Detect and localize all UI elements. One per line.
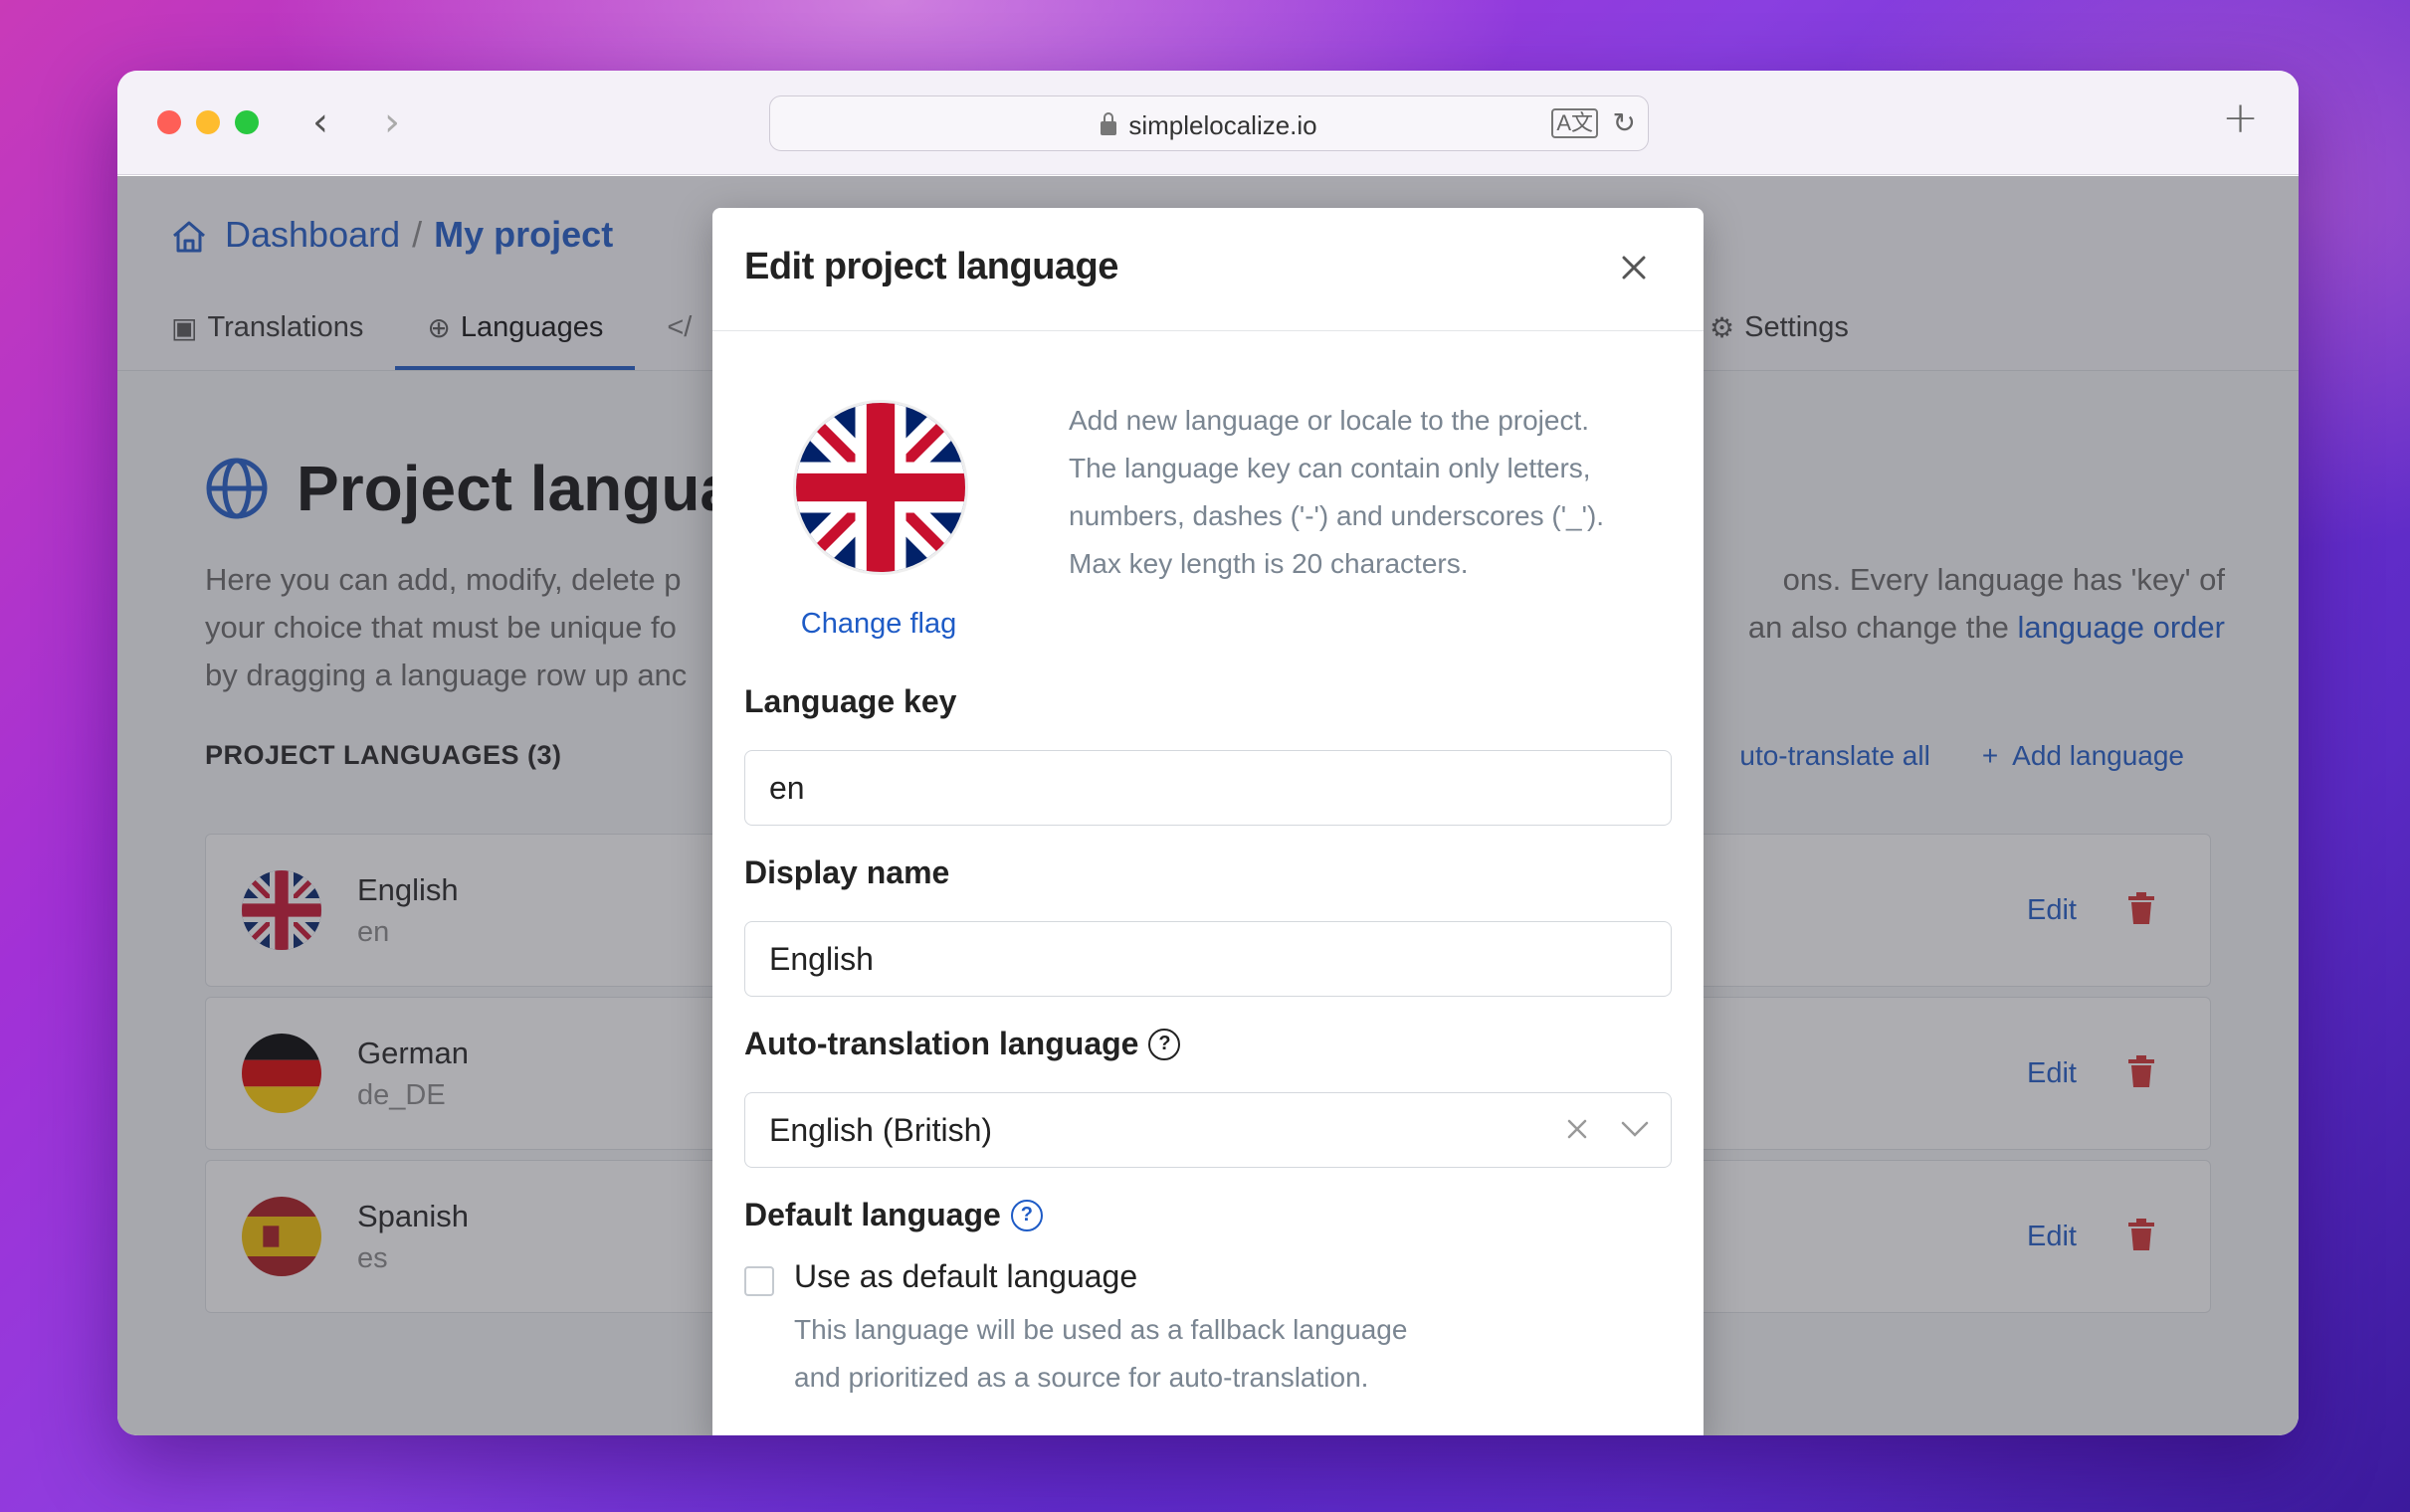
default-language-label: Default language? xyxy=(744,1197,1043,1233)
uk-flag-icon[interactable] xyxy=(796,403,965,572)
display-name-label: Display name xyxy=(744,854,949,891)
auto-translation-label-text: Auto-translation language xyxy=(744,1026,1139,1061)
address-bar[interactable]: simplelocalize.io A文 ↻ xyxy=(769,95,1649,151)
default-language-checkbox[interactable] xyxy=(744,1266,774,1296)
modal-help-text: Add new language or locale to the projec… xyxy=(1069,397,1666,588)
auto-translation-label: Auto-translation language? xyxy=(744,1026,1181,1062)
new-tab-icon[interactable]: + xyxy=(2222,93,2259,143)
language-key-label-text: Language key xyxy=(744,683,957,719)
help-line: and prioritized as a source for auto-tra… xyxy=(794,1362,1369,1393)
minimize-window-button[interactable] xyxy=(196,110,220,134)
modal-header: Edit project language xyxy=(712,208,1704,331)
default-language-help: This language will be used as a fallback… xyxy=(794,1306,1491,1402)
display-name-label-text: Display name xyxy=(744,854,950,890)
language-key-value: en xyxy=(769,769,805,806)
chevron-down-icon[interactable] xyxy=(1619,1115,1651,1143)
help-line: Max key length is 20 characters. xyxy=(1069,548,1469,579)
help-circle-icon[interactable]: ? xyxy=(1010,1199,1043,1231)
language-key-input[interactable]: en xyxy=(744,750,1672,826)
display-name-input[interactable]: English xyxy=(744,921,1672,997)
display-name-value: English xyxy=(769,940,874,977)
modal-title: Edit project language xyxy=(744,246,1118,287)
browser-toolbar: ‹ › simplelocalize.io A文 ↻ + xyxy=(117,71,2299,175)
help-line: numbers, dashes ('-') and underscores ('… xyxy=(1069,500,1605,531)
url-text: simplelocalize.io xyxy=(1128,110,1317,140)
default-language-checkbox-label[interactable]: Use as default language xyxy=(794,1258,1137,1295)
back-arrow-icon[interactable]: ‹ xyxy=(312,98,328,146)
close-window-button[interactable] xyxy=(157,110,181,134)
maximize-window-button[interactable] xyxy=(235,110,259,134)
change-flag-button[interactable]: Change flag xyxy=(744,608,1013,641)
translate-icon[interactable]: A文 xyxy=(1551,108,1598,138)
help-circle-icon[interactable]: ? xyxy=(1148,1028,1181,1060)
language-key-label: Language key xyxy=(744,683,956,720)
lock-icon xyxy=(1101,112,1117,135)
help-line: This language will be used as a fallback… xyxy=(794,1314,1408,1345)
auto-translation-select[interactable]: English (British) xyxy=(744,1092,1672,1168)
browser-window: ‹ › simplelocalize.io A文 ↻ + Dashboard /… xyxy=(117,71,2299,1435)
default-language-label-text: Default language xyxy=(744,1197,1001,1232)
help-line: Add new language or locale to the projec… xyxy=(1069,405,1590,436)
reload-icon[interactable]: ↻ xyxy=(1613,106,1636,139)
clear-icon[interactable] xyxy=(1563,1115,1591,1143)
close-icon[interactable] xyxy=(1616,250,1652,285)
edit-language-modal: Edit project language Change flag Add ne… xyxy=(712,208,1704,1435)
help-line: The language key can contain only letter… xyxy=(1069,453,1591,483)
auto-translation-value: English (British) xyxy=(769,1111,993,1148)
forward-arrow-icon[interactable]: › xyxy=(384,98,400,146)
